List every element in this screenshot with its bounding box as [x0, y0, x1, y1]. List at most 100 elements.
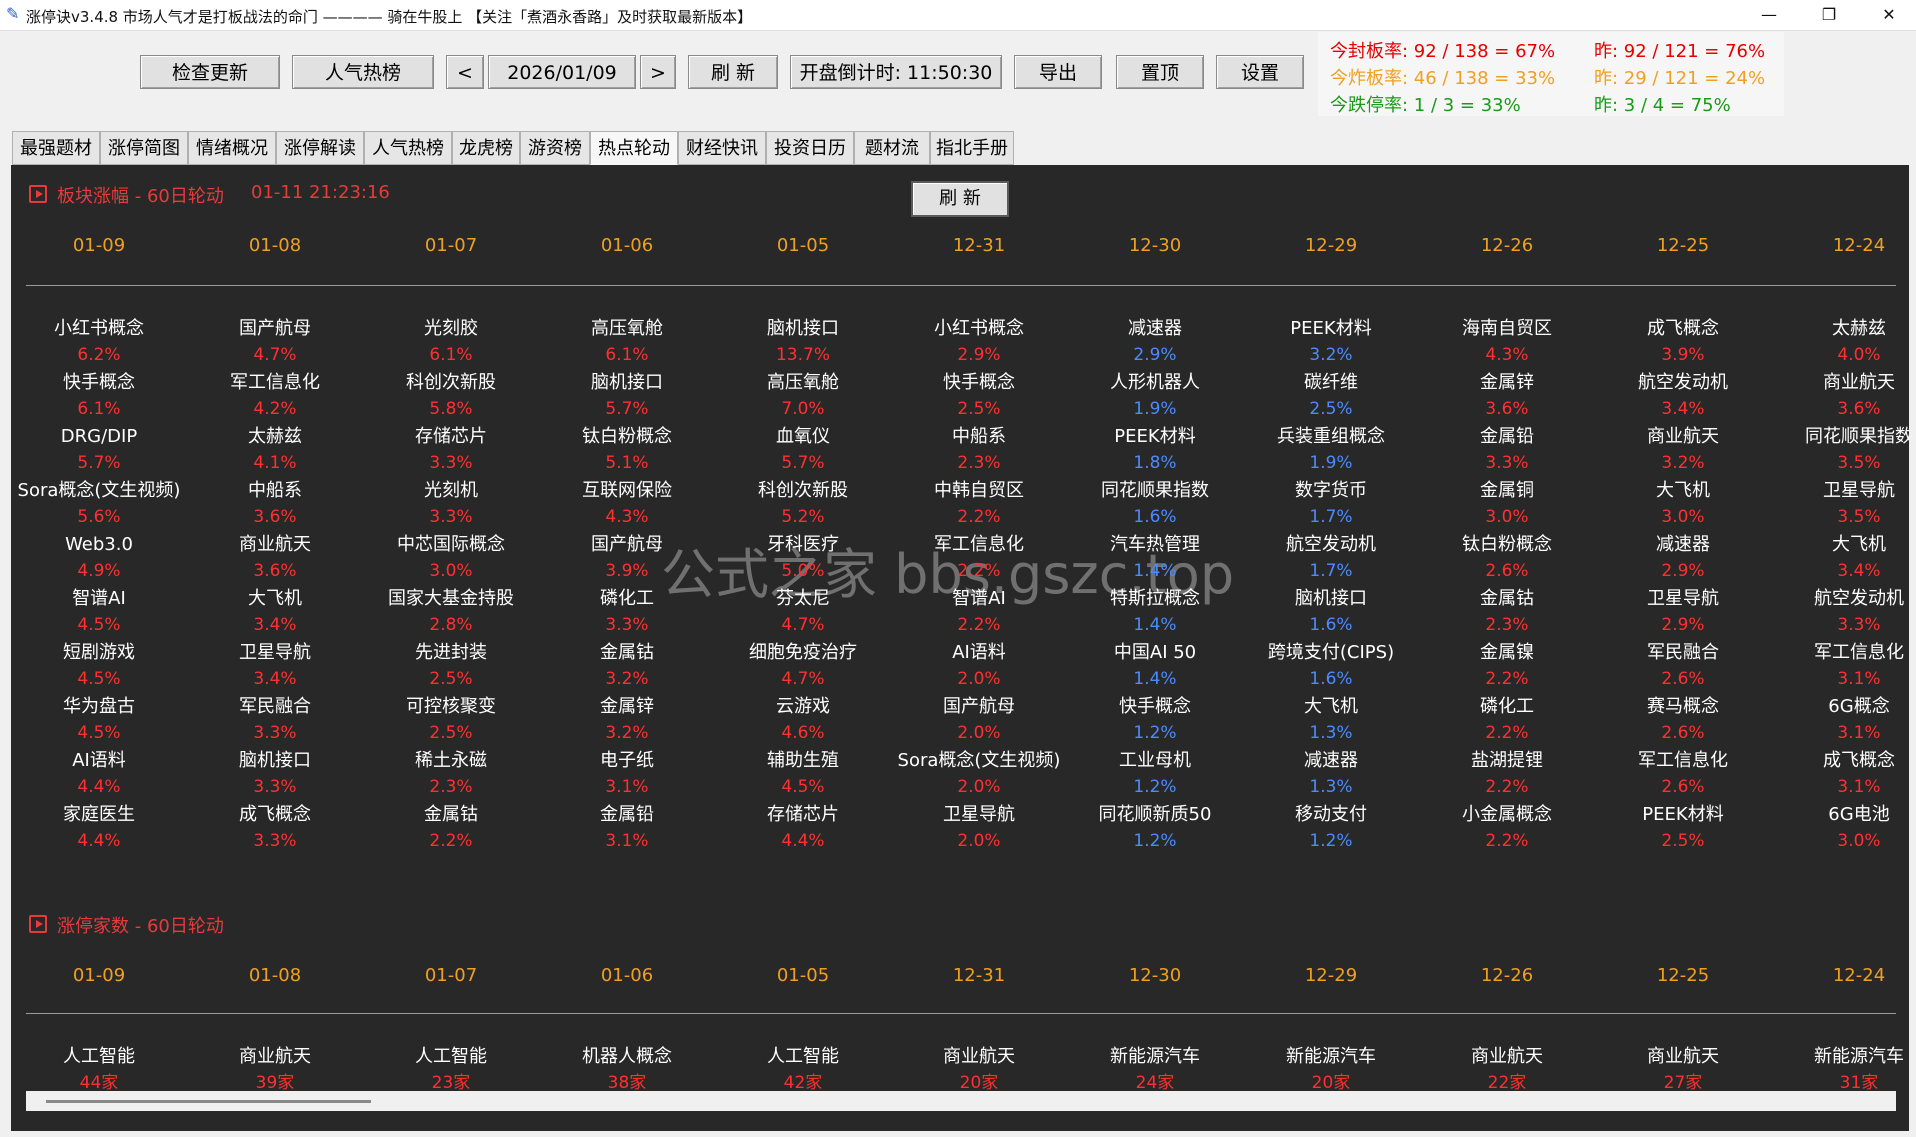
next-date-button[interactable]: > — [640, 55, 676, 89]
prev-date-button[interactable]: < — [446, 55, 484, 89]
rotation-cell[interactable]: 脑机接口 5.7% — [539, 369, 715, 423]
rotation-cell[interactable]: 国产航母 3.9% — [539, 531, 715, 585]
rotation-cell[interactable]: 中船系 3.6% — [187, 477, 363, 531]
popular-button[interactable]: 人气热榜 — [292, 55, 434, 89]
rotation-cell[interactable]: 移动支付 1.2% — [1243, 801, 1419, 855]
rotation-cell[interactable]: 辅助生殖 4.5% — [715, 747, 891, 801]
rotation-cell[interactable]: 航空发动机 1.7% — [1243, 531, 1419, 585]
rotation-cell[interactable]: 磷化工 3.3% — [539, 585, 715, 639]
rotation-cell[interactable]: DRG/DIP 5.7% — [11, 423, 187, 477]
rotation-cell[interactable]: 兵装重组概念 1.9% — [1243, 423, 1419, 477]
rotation-cell[interactable]: 金属铅 3.1% — [539, 801, 715, 855]
tab-2[interactable]: 情绪概况 — [188, 131, 276, 165]
tab-3[interactable]: 涨停解读 — [276, 131, 364, 165]
rotation-cell[interactable]: 同花顺果指数 3.5% — [1771, 423, 1909, 477]
rotation-cell[interactable]: 家庭医生 4.4% — [11, 801, 187, 855]
rotation-cell[interactable]: 金属铜 3.0% — [1419, 477, 1595, 531]
rotation-cell[interactable]: 军工信息化 3.1% — [1771, 639, 1909, 693]
rotation-cell[interactable]: 中船系 2.3% — [891, 423, 1067, 477]
tab-4[interactable]: 人气热榜 — [364, 131, 452, 165]
rotation-cell[interactable]: 国产航母 2.0% — [891, 693, 1067, 747]
tab-0[interactable]: 最强题材 — [12, 131, 100, 165]
rotation-cell[interactable]: 中芯国际概念 3.0% — [363, 531, 539, 585]
rotation-cell[interactable]: 智谱AI 4.5% — [11, 585, 187, 639]
rotation-cell[interactable]: 成飞概念 3.1% — [1771, 747, 1909, 801]
close-button[interactable]: ✕ — [1866, 0, 1912, 30]
rotation-cell[interactable]: Sora概念(文生视频) 2.0% — [891, 747, 1067, 801]
rotation-cell[interactable]: 存储芯片 3.3% — [363, 423, 539, 477]
rotation-cell[interactable]: AI语料 4.4% — [11, 747, 187, 801]
export-button[interactable]: 导出 — [1014, 55, 1102, 89]
rotation-cell[interactable]: 短剧游戏 4.5% — [11, 639, 187, 693]
rotation-cell[interactable]: 钛白粉概念 5.1% — [539, 423, 715, 477]
rotation-cell[interactable]: 小金属概念 2.2% — [1419, 801, 1595, 855]
rotation-cell[interactable]: 光刻胶 6.1% — [363, 315, 539, 369]
rotation-cell[interactable]: 高压氧舱 6.1% — [539, 315, 715, 369]
rotation-cell[interactable]: 军工信息化 2.2% — [891, 531, 1067, 585]
rotation-cell[interactable]: Web3.0 4.9% — [11, 531, 187, 585]
rotation-cell[interactable]: 商业航天 3.6% — [1771, 369, 1909, 423]
rotation-cell[interactable]: 人工智能 23家 — [363, 1043, 539, 1097]
rotation-cell[interactable]: 大飞机 1.3% — [1243, 693, 1419, 747]
rotation-cell[interactable]: 跨境支付(CIPS) 1.6% — [1243, 639, 1419, 693]
rotation-cell[interactable]: 磷化工 2.2% — [1419, 693, 1595, 747]
rotation-cell[interactable]: 航空发动机 3.4% — [1595, 369, 1771, 423]
rotation-cell[interactable]: 卫星导航 3.5% — [1771, 477, 1909, 531]
rotation-cell[interactable]: 中国AI 50 1.4% — [1067, 639, 1243, 693]
rotation-cell[interactable]: 卫星导航 2.9% — [1595, 585, 1771, 639]
rotation-cell[interactable]: 科创次新股 5.8% — [363, 369, 539, 423]
rotation-cell[interactable]: 存储芯片 4.4% — [715, 801, 891, 855]
tab-6[interactable]: 游资榜 — [520, 131, 590, 165]
restore-button[interactable]: ❐ — [1806, 0, 1852, 30]
rotation-cell[interactable]: PEEK材料 3.2% — [1243, 315, 1419, 369]
rotation-cell[interactable]: Sora概念(文生视频) 5.6% — [11, 477, 187, 531]
rotation-cell[interactable]: 卫星导航 2.0% — [891, 801, 1067, 855]
rotation-cell[interactable]: 人工智能 42家 — [715, 1043, 891, 1097]
rotation-cell[interactable]: 商业航天 22家 — [1419, 1043, 1595, 1097]
rotation-cell[interactable]: 军民融合 3.3% — [187, 693, 363, 747]
rotation-cell[interactable]: 汽车热管理 1.4% — [1067, 531, 1243, 585]
rotation-cell[interactable]: 脑机接口 3.3% — [187, 747, 363, 801]
rotation-cell[interactable]: 电子纸 3.1% — [539, 747, 715, 801]
rotation-cell[interactable]: 芬太尼 4.7% — [715, 585, 891, 639]
rotation-cell[interactable]: 高压氧舱 7.0% — [715, 369, 891, 423]
rotation-cell[interactable]: 稀土永磁 2.3% — [363, 747, 539, 801]
rotation-cell[interactable]: 智谱AI 2.2% — [891, 585, 1067, 639]
rotation-cell[interactable]: 赛马概念 2.6% — [1595, 693, 1771, 747]
rotation-cell[interactable]: 金属钴 3.2% — [539, 639, 715, 693]
rotation-cell[interactable]: AI语料 2.0% — [891, 639, 1067, 693]
rotation-cell[interactable]: 血氧仪 5.7% — [715, 423, 891, 477]
rotation-cell[interactable]: 细胞免疫治疗 4.7% — [715, 639, 891, 693]
rotation-cell[interactable]: PEEK材料 1.8% — [1067, 423, 1243, 477]
rotation-cell[interactable]: 军民融合 2.6% — [1595, 639, 1771, 693]
rotation-cell[interactable]: 快手概念 2.5% — [891, 369, 1067, 423]
tab-11[interactable]: 指北手册 — [930, 131, 1014, 165]
rotation-cell[interactable]: 商业航天 20家 — [891, 1043, 1067, 1097]
rotation-cell[interactable]: 人工智能 44家 — [11, 1043, 187, 1097]
rotation-cell[interactable]: 先进封装 2.5% — [363, 639, 539, 693]
rotation-cell[interactable]: 新能源汽车 31家 — [1771, 1043, 1909, 1097]
rotation-cell[interactable]: 互联网保险 4.3% — [539, 477, 715, 531]
rotation-cell[interactable]: 小红书概念 6.2% — [11, 315, 187, 369]
rotation-cell[interactable]: 中韩自贸区 2.2% — [891, 477, 1067, 531]
rotation-cell[interactable]: 云游戏 4.6% — [715, 693, 891, 747]
rotation-cell[interactable]: 特斯拉概念 1.4% — [1067, 585, 1243, 639]
rotation-cell[interactable]: 可控核聚变 2.5% — [363, 693, 539, 747]
rotation-cell[interactable]: 碳纤维 2.5% — [1243, 369, 1419, 423]
rotation-cell[interactable]: 金属锌 3.2% — [539, 693, 715, 747]
rotation-cell[interactable]: 成飞概念 3.3% — [187, 801, 363, 855]
rotation-cell[interactable]: 脑机接口 13.7% — [715, 315, 891, 369]
rotation-cell[interactable]: 同花顺新质50 1.2% — [1067, 801, 1243, 855]
rotation-cell[interactable]: 牙科医疗 5.0% — [715, 531, 891, 585]
rotation-cell[interactable]: 盐湖提锂 2.2% — [1419, 747, 1595, 801]
rotation-cell[interactable]: 卫星导航 3.4% — [187, 639, 363, 693]
rotation-cell[interactable]: 太赫兹 4.0% — [1771, 315, 1909, 369]
tab-7[interactable]: 热点轮动 — [590, 131, 678, 165]
rotation-cell[interactable]: 同花顺果指数 1.6% — [1067, 477, 1243, 531]
rotation-cell[interactable]: 金属铅 3.3% — [1419, 423, 1595, 477]
rotation-cell[interactable]: 海南自贸区 4.3% — [1419, 315, 1595, 369]
rotation-cell[interactable]: 商业航天 3.6% — [187, 531, 363, 585]
rotation-cell[interactable]: 快手概念 1.2% — [1067, 693, 1243, 747]
rotation-cell[interactable]: 工业母机 1.2% — [1067, 747, 1243, 801]
rotation-cell[interactable]: 金属锌 3.6% — [1419, 369, 1595, 423]
